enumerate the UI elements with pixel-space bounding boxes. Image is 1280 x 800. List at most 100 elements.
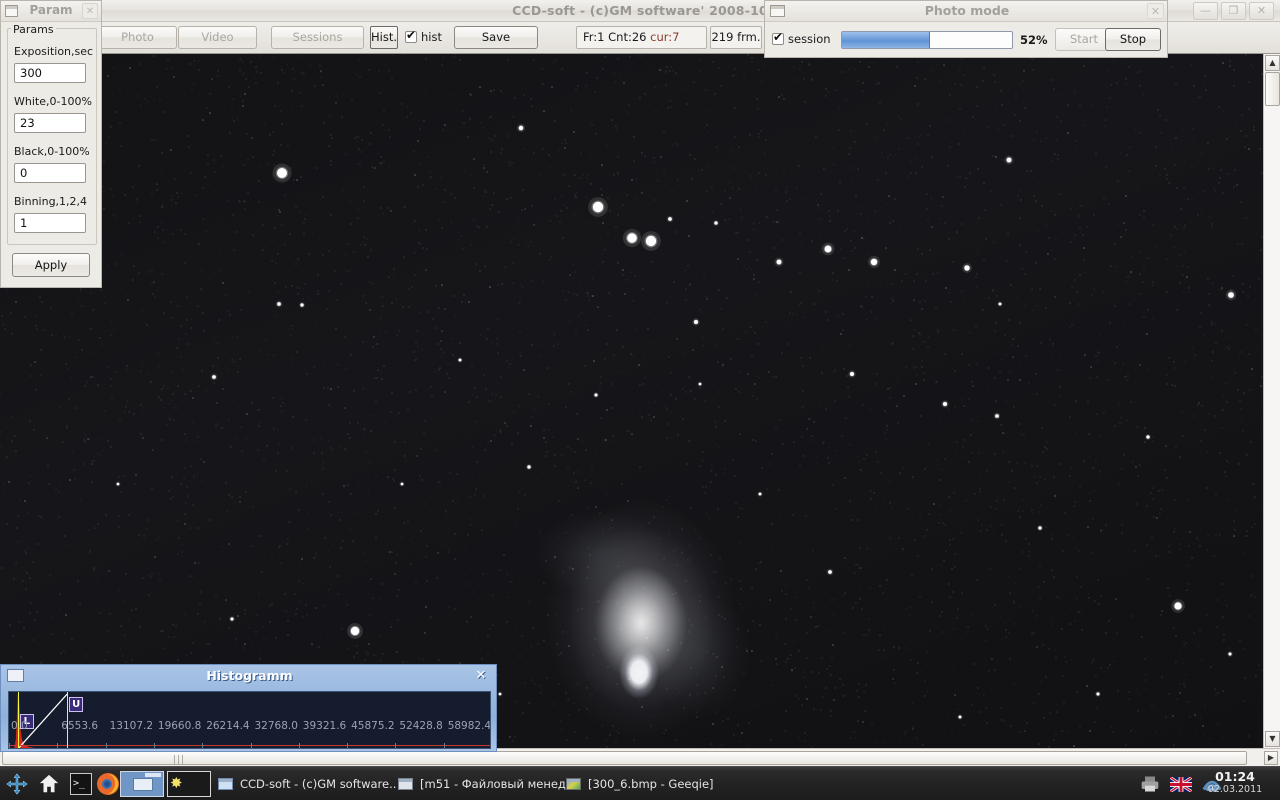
scroll-grip-icon: ||| bbox=[173, 755, 186, 765]
axis-tick-mark bbox=[202, 743, 204, 748]
starfield-icon: ✸ bbox=[170, 774, 183, 792]
taskbar-window-filemanager[interactable]: [m51 - Файловый менедж... bbox=[398, 772, 568, 796]
session-checkbox-label: session bbox=[788, 32, 831, 46]
progress-bar-fill bbox=[842, 32, 931, 48]
axis-tick-label: 13107.2 bbox=[109, 720, 154, 732]
axis-tick-label: 0.0 bbox=[11, 720, 28, 732]
axis-tick-label: 45875.2 bbox=[351, 720, 395, 732]
workspace-1-window-top bbox=[145, 773, 161, 777]
firefox-icon[interactable] bbox=[96, 772, 120, 796]
photo-mode-titlebar[interactable]: Photo mode ✕ bbox=[765, 1, 1167, 22]
home-icon[interactable] bbox=[38, 773, 60, 795]
param-window: Param ✕ Params Exposition,sec 300 White,… bbox=[0, 0, 102, 288]
horizontal-scroll-thumb[interactable]: ||| bbox=[2, 751, 1247, 765]
session-checkbox[interactable]: session bbox=[772, 30, 831, 47]
terminal-icon[interactable]: >_ bbox=[70, 773, 92, 795]
stop-button[interactable]: Stop bbox=[1105, 28, 1161, 51]
param-window-title: Param bbox=[29, 3, 73, 17]
axis-tick-mark bbox=[9, 743, 10, 748]
axis-tick-mark bbox=[250, 743, 252, 748]
frame-counters: Fr:1 Cnt:26 cur:7 bbox=[576, 26, 707, 49]
axis-tick-mark bbox=[395, 743, 397, 748]
params-group-label: Params bbox=[11, 23, 56, 36]
counters-prefix: Fr:1 Cnt:26 bbox=[583, 30, 651, 44]
axis-tick-label: 32768.0 bbox=[254, 720, 298, 732]
workspace-pager[interactable]: ✸ bbox=[120, 771, 212, 797]
binning-input[interactable]: 1 bbox=[14, 213, 86, 233]
clock-date: 02.03.2011 bbox=[1207, 784, 1263, 795]
apply-button[interactable]: Apply bbox=[12, 253, 90, 277]
exposition-label: Exposition,sec bbox=[14, 45, 94, 58]
counters-current: cur:7 bbox=[650, 30, 680, 44]
photo-button[interactable]: Photo bbox=[98, 26, 177, 49]
checkbox-box-icon[interactable] bbox=[772, 30, 784, 45]
axis-tick-label: 19660.8 bbox=[157, 720, 202, 732]
taskbar-window-label: [m51 - Файловый менедж... bbox=[420, 777, 568, 791]
white-input[interactable]: 23 bbox=[14, 113, 86, 133]
taskbar-window-label: CCD-soft - (c)GM software... bbox=[240, 777, 396, 791]
axis-tick-label: 58982.4 bbox=[447, 720, 491, 732]
param-titlebar[interactable]: Param ✕ bbox=[1, 1, 101, 22]
show-desktop-icon[interactable] bbox=[6, 773, 28, 795]
clock[interactable]: 01:24 02.03.2011 bbox=[1204, 770, 1266, 796]
histogram-titlebar[interactable]: Histogramm ✕ bbox=[1, 665, 496, 687]
vertical-scroll-thumb[interactable] bbox=[1265, 72, 1280, 106]
frames-total: 219 frm. bbox=[710, 26, 762, 49]
exposition-input[interactable]: 300 bbox=[14, 63, 86, 83]
save-button[interactable]: Save bbox=[454, 26, 538, 49]
axis-tick-mark bbox=[105, 743, 107, 748]
axis-tick-label: 6553.6 bbox=[61, 720, 99, 732]
window-menu-icon[interactable] bbox=[5, 5, 18, 17]
folder-icon bbox=[398, 778, 413, 790]
close-icon[interactable]: ✕ bbox=[1249, 2, 1274, 20]
progress-percent-label: 52% bbox=[1020, 33, 1048, 47]
photo-mode-title: Photo mode bbox=[924, 3, 1010, 18]
axis-tick-label: 52428.8 bbox=[399, 720, 443, 732]
hist-checkbox-label: hist bbox=[421, 30, 442, 44]
axis-tick-mark bbox=[153, 743, 155, 748]
window-icon bbox=[218, 778, 233, 790]
axis-tick-label: 26214.4 bbox=[206, 720, 250, 732]
scroll-up-icon[interactable]: ▲ bbox=[1265, 55, 1280, 71]
histogram-plot[interactable]: L U 0.0 6553.6 13107.2 19660.8 26214.4 32768.… bbox=[8, 691, 491, 749]
close-icon[interactable]: ✕ bbox=[82, 3, 98, 19]
workspace-1[interactable] bbox=[120, 771, 164, 797]
printer-icon[interactable] bbox=[1140, 774, 1160, 794]
black-input[interactable]: 0 bbox=[14, 163, 86, 183]
axis-tick-mark bbox=[443, 743, 445, 748]
sessions-button[interactable]: Sessions bbox=[271, 26, 364, 49]
checkbox-box-icon[interactable] bbox=[405, 28, 417, 43]
hist-checkbox[interactable]: hist bbox=[405, 28, 460, 46]
scroll-down-icon[interactable]: ▼ bbox=[1265, 731, 1280, 747]
workspace-2[interactable]: ✸ bbox=[167, 771, 211, 797]
axis-tick-mark bbox=[347, 743, 349, 748]
photo-mode-window: Photo mode ✕ session 52% Start Stop bbox=[764, 0, 1168, 58]
minimize-icon[interactable]: — bbox=[1193, 2, 1218, 20]
taskbar: >_ ✸ CCD-soft - (c)GM software... [m51 -… bbox=[0, 766, 1280, 800]
white-label: White,0-100% bbox=[14, 95, 92, 108]
vertical-scrollbar[interactable]: ▲ ▼ bbox=[1263, 54, 1280, 748]
high-marker-handle[interactable]: U bbox=[69, 697, 84, 712]
scroll-right-icon[interactable]: ▶ bbox=[1264, 751, 1278, 765]
close-icon[interactable]: ✕ bbox=[1147, 3, 1164, 19]
taskbar-window-ccdsoft[interactable]: CCD-soft - (c)GM software... bbox=[218, 772, 396, 796]
binning-label: Binning,1,2,4 bbox=[14, 195, 88, 208]
axis-tick-mark bbox=[57, 743, 59, 748]
keyboard-layout-flag[interactable] bbox=[1170, 777, 1192, 792]
video-button[interactable]: Video bbox=[178, 26, 257, 49]
axis-tick-mark bbox=[298, 743, 300, 748]
taskbar-window-label: [300_6.bmp - Geeqie] bbox=[588, 777, 714, 791]
progress-bar bbox=[841, 31, 1013, 49]
main-window: CCD-soft - (c)GM software' 2008-10 — ❐ ✕… bbox=[0, 0, 1280, 766]
histogram-title: Histogramm bbox=[206, 668, 293, 683]
taskbar-window-geeqie[interactable]: [300_6.bmp - Geeqie] bbox=[566, 772, 766, 796]
histogram-window: Histogramm ✕ L U 0.0 6553.6 13107.2 19660.8… bbox=[0, 664, 497, 752]
black-label: Black,0-100% bbox=[14, 145, 90, 158]
ccd-image-canvas[interactable] bbox=[0, 54, 1263, 748]
close-icon[interactable]: ✕ bbox=[471, 667, 491, 685]
workspace-1-window bbox=[133, 778, 153, 791]
hist-button[interactable]: Hist. bbox=[370, 26, 398, 49]
clock-time: 01:24 bbox=[1215, 769, 1255, 784]
axis-tick-label: 39321.6 bbox=[302, 720, 347, 732]
maximize-icon[interactable]: ❐ bbox=[1221, 2, 1246, 20]
